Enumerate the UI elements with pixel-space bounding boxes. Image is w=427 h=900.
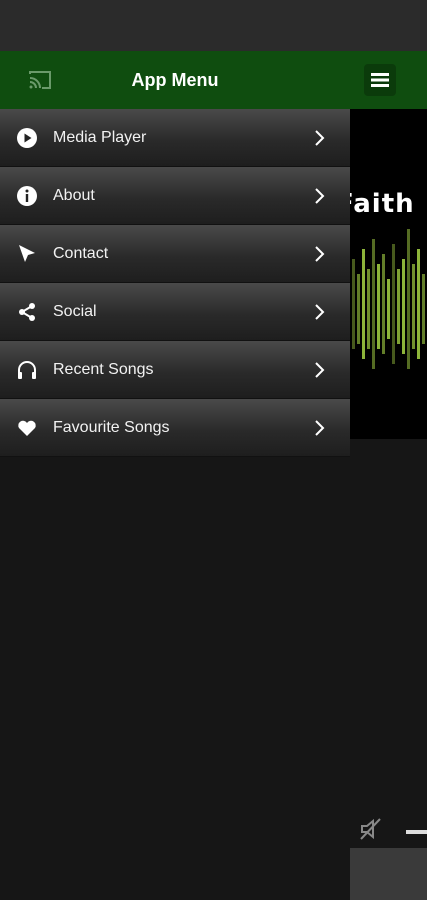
- hamburger-menu-button[interactable]: [364, 64, 396, 96]
- menu-item-label: About: [53, 187, 95, 204]
- drawer-header: App Menu: [0, 51, 350, 109]
- drawer-title: App Menu: [131, 70, 219, 90]
- hero-banner: Faith: [350, 109, 427, 439]
- heart-icon: [16, 417, 38, 439]
- menu-item-about[interactable]: About: [0, 167, 350, 225]
- menu-item-label: Media Player: [53, 129, 147, 146]
- volume-slider[interactable]: [406, 830, 427, 834]
- chevron-right-icon: [315, 188, 325, 204]
- menu-item-favourite-songs[interactable]: Favourite Songs: [0, 399, 350, 457]
- headphones-icon: [16, 359, 38, 381]
- mute-icon[interactable]: [358, 816, 384, 842]
- bottom-bar: [350, 848, 427, 900]
- share-icon: [16, 301, 38, 323]
- chevron-right-icon: [315, 304, 325, 320]
- menu-item-label: Favourite Songs: [53, 419, 170, 436]
- navigation-drawer: App Menu Media Player About Contact Soci…: [0, 51, 350, 900]
- menu-item-social[interactable]: Social: [0, 283, 350, 341]
- cursor-icon: [16, 243, 38, 265]
- chevron-right-icon: [315, 130, 325, 146]
- menu-item-contact[interactable]: Contact: [0, 225, 350, 283]
- menu-item-label: Contact: [53, 245, 109, 262]
- menu-item-label: Recent Songs: [53, 361, 154, 378]
- info-icon: [16, 185, 38, 207]
- background-app: Faith: [350, 51, 427, 900]
- chevron-right-icon: [315, 420, 325, 436]
- status-bar: [0, 0, 427, 51]
- app-header: [350, 51, 427, 109]
- chevron-right-icon: [315, 362, 325, 378]
- chevron-right-icon: [315, 246, 325, 262]
- hamburger-icon: [371, 73, 389, 87]
- hero-text: Faith: [350, 189, 415, 219]
- equalizer-graphic: [352, 229, 425, 369]
- menu-item-recent-songs[interactable]: Recent Songs: [0, 341, 350, 399]
- drawer-menu: Media Player About Contact Social Recent…: [0, 109, 350, 457]
- play-circle-icon: [16, 127, 38, 149]
- menu-item-media-player[interactable]: Media Player: [0, 109, 350, 167]
- menu-item-label: Social: [53, 303, 97, 320]
